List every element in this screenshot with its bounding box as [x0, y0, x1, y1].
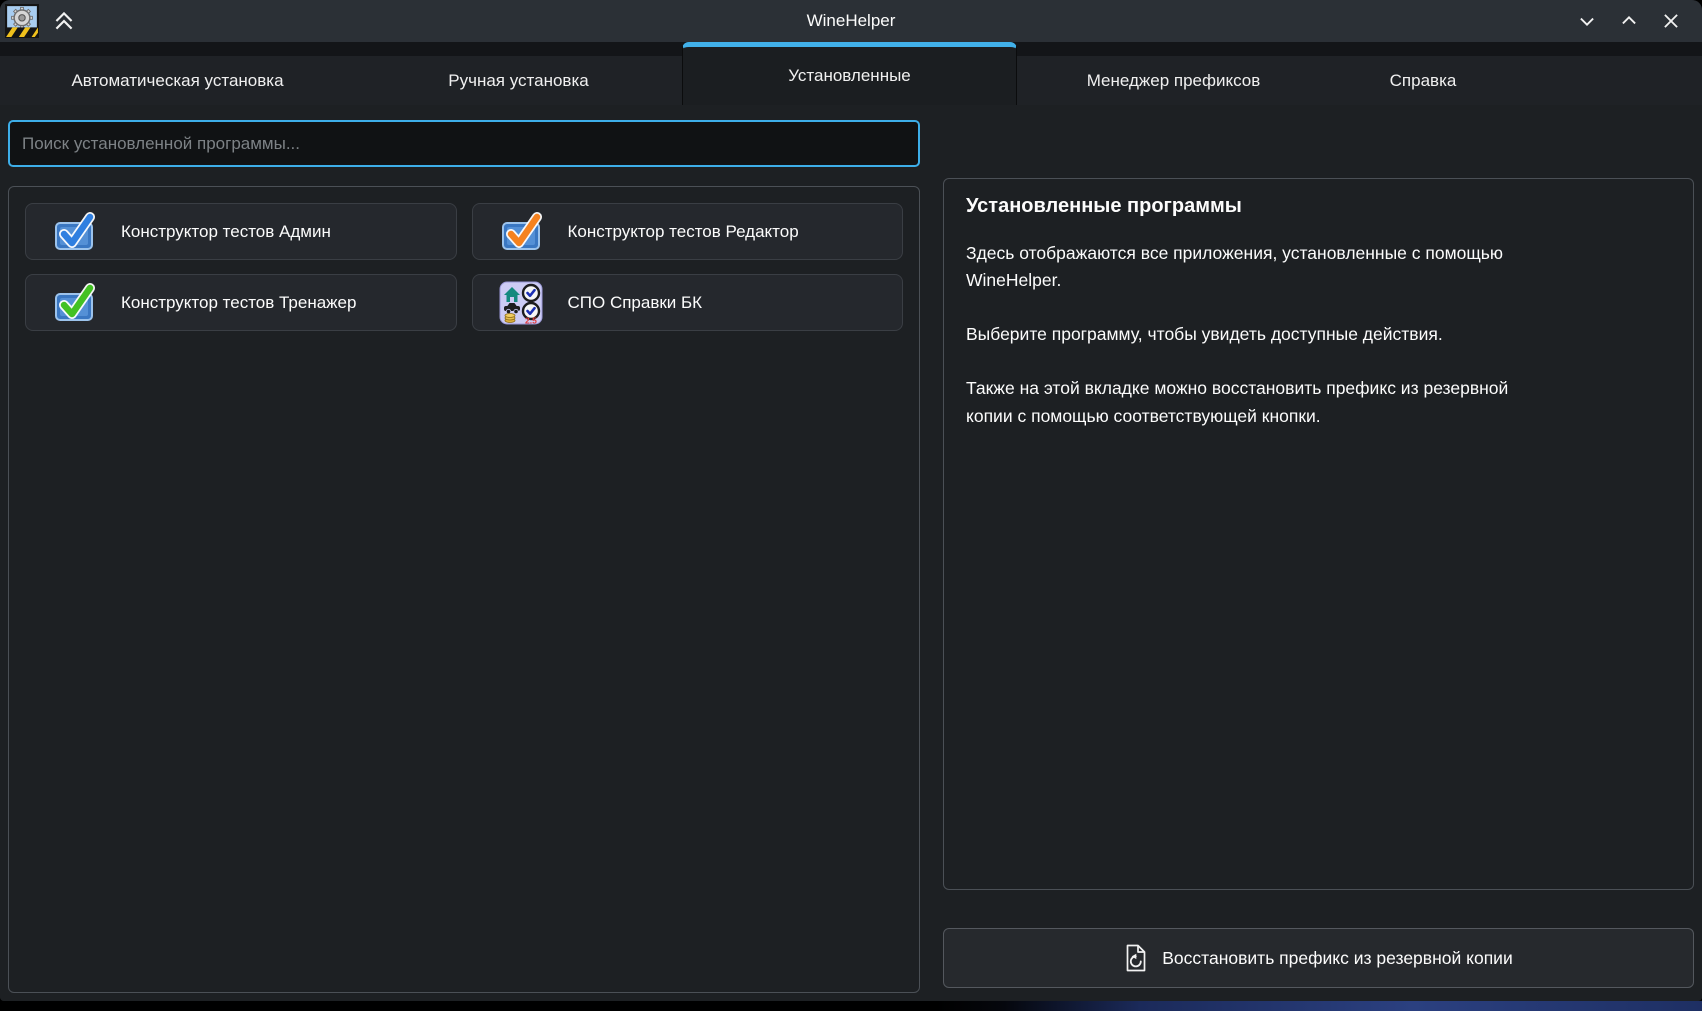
- tab-installed[interactable]: Установленные: [682, 42, 1017, 105]
- window-title: WineHelper: [0, 11, 1702, 31]
- program-label: СПО Справки БК: [568, 293, 703, 313]
- installed-tab-page: Конструктор тестов Админ Конструктор тес…: [0, 105, 1702, 1001]
- info-paragraph: Также на этой вкладке можно восстановить…: [966, 375, 1671, 429]
- tab-auto-install[interactable]: Автоматическая установка: [0, 56, 355, 105]
- program-button-bk-spravki[interactable]: 2.5 СПО Справки БК: [472, 274, 904, 331]
- restore-prefix-label: Восстановить префикс из резервной копии: [1162, 948, 1512, 969]
- tab-bar-filler: [1516, 56, 1702, 105]
- minimize-button[interactable]: [1574, 8, 1600, 34]
- program-label: Конструктор тестов Редактор: [568, 222, 799, 242]
- info-panel-title: Установленные программы: [966, 195, 1671, 218]
- checkbox-check-icon: [52, 281, 96, 325]
- close-button[interactable]: [1658, 8, 1684, 34]
- restore-prefix-button[interactable]: Восстановить префикс из резервной копии: [943, 928, 1694, 988]
- app-window: WineHelper Автоматическая установка Ручн…: [0, 0, 1702, 1001]
- program-button-admin[interactable]: Конструктор тестов Админ: [25, 203, 457, 260]
- titlebar[interactable]: WineHelper: [0, 0, 1702, 42]
- search-input[interactable]: [8, 120, 920, 167]
- tab-prefix-manager[interactable]: Менеджер префиксов: [1017, 56, 1330, 105]
- double-chevron-up-icon[interactable]: [49, 6, 79, 36]
- bk-spravki-icon: 2.5: [499, 281, 543, 325]
- checkbox-check-icon: [499, 210, 543, 254]
- document-restore-icon: [1124, 944, 1148, 972]
- info-paragraph: Здесь отображаются все приложения, устан…: [966, 240, 1671, 294]
- program-label: Конструктор тестов Админ: [121, 222, 331, 242]
- program-button-trainer[interactable]: Конструктор тестов Тренажер: [25, 274, 457, 331]
- tab-bar: Автоматическая установка Ручная установк…: [0, 42, 1702, 105]
- maximize-button[interactable]: [1616, 8, 1642, 34]
- info-panel: Установленные программы Здесь отображают…: [943, 178, 1694, 890]
- tab-manual-install[interactable]: Ручная установка: [355, 56, 682, 105]
- info-paragraph: Выберите программу, чтобы увидеть доступ…: [966, 321, 1671, 348]
- installed-programs-panel: Конструктор тестов Админ Конструктор тес…: [8, 186, 920, 993]
- app-icon[interactable]: [5, 4, 39, 38]
- svg-text:2.5: 2.5: [525, 315, 537, 325]
- program-button-editor[interactable]: Конструктор тестов Редактор: [472, 203, 904, 260]
- checkbox-check-icon: [52, 210, 96, 254]
- tab-help[interactable]: Справка: [1330, 56, 1516, 105]
- program-label: Конструктор тестов Тренажер: [121, 293, 356, 313]
- desktop-edge-strip: [0, 1001, 1702, 1011]
